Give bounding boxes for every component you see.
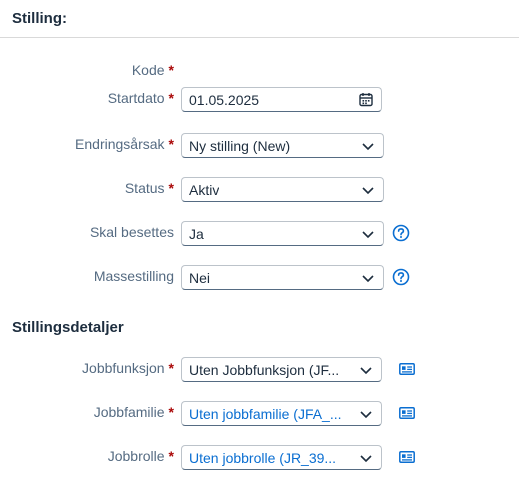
skal-besettes-label: Skal besettes xyxy=(89,224,174,240)
required-indicator: * xyxy=(168,404,174,420)
jobbfunksjon-label: Jobbfunksjon * xyxy=(82,360,174,376)
required-indicator: * xyxy=(168,360,174,376)
massestilling-value: Nei xyxy=(189,270,211,286)
required-indicator: * xyxy=(168,62,174,78)
jobbrolle-label: Jobbrolle * xyxy=(107,448,174,464)
startdato-date-input[interactable]: 01.05.2025 xyxy=(181,87,382,112)
endringsarsak-label: Endringsårsak * xyxy=(75,136,174,152)
chevron-down-icon[interactable] xyxy=(361,184,375,196)
help-circle-icon[interactable] xyxy=(392,224,410,242)
startdato-value: 01.05.2025 xyxy=(189,92,260,108)
startdato-label: Startdato * xyxy=(107,90,174,106)
contact-card-icon[interactable] xyxy=(399,363,415,375)
skal-besettes-select[interactable]: Ja xyxy=(181,221,384,246)
help-circle-icon[interactable] xyxy=(392,268,410,286)
chevron-down-icon[interactable] xyxy=(361,140,375,152)
endringsarsak-select[interactable]: Ny stilling (New) xyxy=(181,133,384,158)
jobbfunksjon-value: Uten Jobbfunksjon (JF... xyxy=(189,362,340,378)
status-label: Status * xyxy=(124,180,174,196)
status-select[interactable]: Aktiv xyxy=(181,177,384,202)
contact-card-icon[interactable] xyxy=(399,451,415,463)
jobbfunksjon-select[interactable]: Uten Jobbfunksjon (JF... xyxy=(181,357,382,382)
skal-besettes-value: Ja xyxy=(189,226,204,242)
jobbrolle-value[interactable]: Uten jobbrolle (JR_39... xyxy=(189,450,336,466)
chevron-down-icon[interactable] xyxy=(359,408,373,420)
massestilling-select[interactable]: Nei xyxy=(181,265,384,290)
jobbfamilie-label: Jobbfamilie * xyxy=(93,404,174,420)
section-header: Stilling: xyxy=(0,0,519,38)
chevron-down-icon[interactable] xyxy=(359,364,373,376)
chevron-down-icon[interactable] xyxy=(361,228,375,240)
endringsarsak-value: Ny stilling (New) xyxy=(189,138,291,154)
kode-label: Kode * xyxy=(131,62,174,78)
status-value: Aktiv xyxy=(189,182,220,198)
section-title: Stilling: xyxy=(12,10,67,27)
jobbrolle-select[interactable]: Uten jobbrolle (JR_39... xyxy=(181,445,382,470)
subsection-title: Stillingsdetaljer xyxy=(12,319,124,336)
required-indicator: * xyxy=(168,180,174,196)
jobbfamilie-value[interactable]: Uten jobbfamilie (JFA_... xyxy=(189,406,342,422)
contact-card-icon[interactable] xyxy=(399,407,415,419)
required-indicator: * xyxy=(168,448,174,464)
chevron-down-icon[interactable] xyxy=(361,272,375,284)
chevron-down-icon[interactable] xyxy=(359,452,373,464)
required-indicator: * xyxy=(168,136,174,152)
jobbfamilie-select[interactable]: Uten jobbfamilie (JFA_... xyxy=(181,401,382,426)
massestilling-label: Massestilling xyxy=(93,268,174,284)
calendar-icon[interactable] xyxy=(359,92,373,107)
required-indicator: * xyxy=(168,90,174,106)
